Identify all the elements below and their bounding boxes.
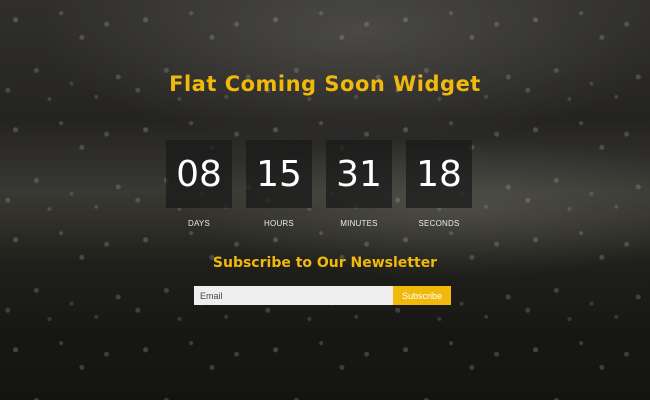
countdown-days: 08 DAYS bbox=[166, 140, 232, 240]
countdown-seconds-value: 18 bbox=[416, 153, 462, 195]
countdown-hours-value: 15 bbox=[256, 153, 302, 195]
subscribe-button[interactable]: Subscribe bbox=[393, 286, 451, 305]
countdown-seconds: 18 SECONDS bbox=[406, 140, 472, 240]
countdown-minutes: 31 MINUTES bbox=[326, 140, 392, 240]
countdown-days-value: 08 bbox=[176, 153, 222, 195]
countdown-hours: 15 HOURS bbox=[246, 140, 312, 240]
countdown-minutes-box: 31 bbox=[326, 140, 392, 208]
countdown-seconds-label: SECONDS bbox=[418, 219, 460, 228]
page-title: Flat Coming Soon Widget bbox=[169, 72, 481, 96]
countdown-timer: 08 DAYS 15 HOURS 31 MINUTES 18 SECONDS bbox=[166, 140, 476, 240]
countdown-days-box: 08 bbox=[166, 140, 232, 208]
countdown-minutes-value: 31 bbox=[336, 153, 382, 195]
countdown-hours-label: HOURS bbox=[264, 219, 294, 228]
countdown-seconds-box: 18 bbox=[406, 140, 472, 208]
email-input[interactable] bbox=[194, 286, 393, 305]
countdown-days-label: DAYS bbox=[188, 219, 210, 228]
countdown-minutes-label: MINUTES bbox=[340, 219, 378, 228]
newsletter-form: Subscribe bbox=[194, 286, 451, 305]
countdown-hours-box: 15 bbox=[246, 140, 312, 208]
newsletter-heading: Subscribe to Our Newsletter bbox=[212, 255, 438, 271]
